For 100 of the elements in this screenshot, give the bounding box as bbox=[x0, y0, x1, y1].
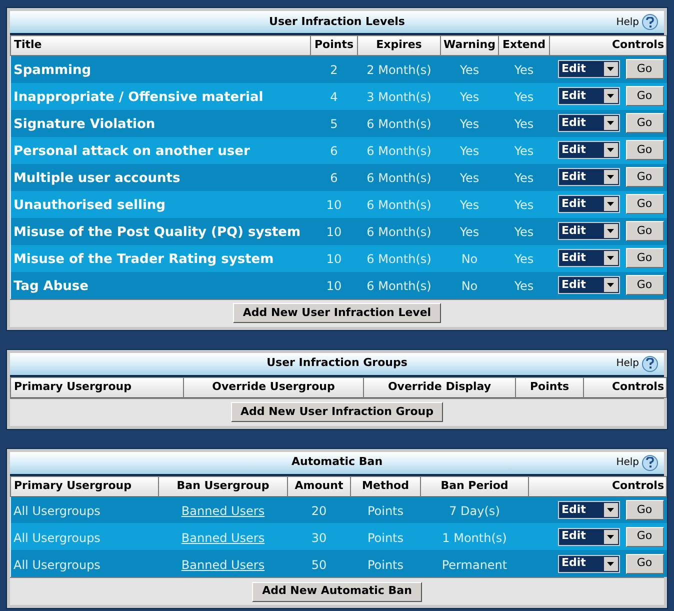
edit-dropdown[interactable]: Edit bbox=[558, 195, 620, 213]
go-button[interactable]: Go bbox=[626, 554, 664, 574]
table-cell: 5 bbox=[330, 117, 338, 131]
go-button[interactable]: Go bbox=[626, 500, 664, 520]
table-cell: 1 Month(s) bbox=[442, 530, 507, 544]
table-cell: 4 bbox=[330, 90, 338, 104]
edit-dropdown[interactable]: Edit bbox=[558, 168, 620, 186]
edit-dropdown[interactable]: Edit bbox=[558, 87, 620, 105]
edit-dropdown[interactable]: Edit bbox=[558, 249, 620, 267]
add-button[interactable]: Add New User Infraction Level bbox=[232, 303, 442, 323]
column-header: Points bbox=[516, 377, 584, 397]
go-button[interactable]: Go bbox=[626, 86, 664, 106]
column-header: Expires bbox=[358, 36, 440, 56]
table-cell: All Usergroups bbox=[14, 558, 100, 572]
table-cell: 7 Day(s) bbox=[449, 504, 500, 518]
infraction-title: Multiple user accounts bbox=[14, 171, 180, 186]
table-cell: Yes bbox=[514, 279, 534, 293]
table-cell: Yes bbox=[460, 90, 480, 104]
edit-dropdown[interactable]: Edit bbox=[558, 276, 620, 294]
edit-dropdown[interactable]: Edit bbox=[558, 500, 620, 519]
table-cell: Yes bbox=[460, 144, 480, 158]
infraction-title: Tag Abuse bbox=[14, 279, 88, 294]
help-link[interactable]: Help bbox=[616, 455, 639, 470]
column-header: Extend bbox=[498, 36, 550, 56]
infraction-title: Signature Violation bbox=[14, 117, 156, 132]
table-cell: Yes bbox=[514, 171, 534, 185]
table-cell: Yes bbox=[514, 198, 534, 212]
table-cell: Yes bbox=[514, 144, 534, 158]
infraction-title: Unauthorised selling bbox=[14, 198, 166, 213]
infraction-title: Spamming bbox=[14, 63, 92, 78]
table-cell: Yes bbox=[514, 225, 534, 239]
help-icon[interactable] bbox=[642, 454, 658, 470]
table-cell: 6 Month(s) bbox=[366, 279, 432, 293]
infraction-title: Personal attack on another user bbox=[14, 144, 250, 159]
table-cell: Points bbox=[367, 530, 404, 544]
help-link[interactable]: Help bbox=[616, 14, 639, 30]
table-cell: Yes bbox=[460, 117, 480, 131]
table-cell: All Usergroups bbox=[14, 530, 100, 544]
column-header: Controls bbox=[528, 476, 666, 496]
help-icon[interactable] bbox=[642, 356, 658, 372]
column-header: Warning bbox=[440, 36, 498, 56]
panel-title: User Infraction Levels bbox=[269, 14, 405, 30]
go-button[interactable]: Go bbox=[626, 248, 664, 268]
edit-dropdown[interactable]: Edit bbox=[558, 222, 620, 240]
table-cell: 10 bbox=[326, 252, 342, 266]
table-cell: 3 Month(s) bbox=[366, 90, 432, 104]
column-header: Method bbox=[350, 476, 420, 496]
go-button[interactable]: Go bbox=[626, 113, 664, 133]
table-cell: 6 Month(s) bbox=[366, 144, 432, 158]
table-cell: 6 Month(s) bbox=[366, 198, 432, 212]
edit-dropdown[interactable]: Edit bbox=[558, 141, 620, 159]
table-cell: Points bbox=[367, 558, 404, 572]
table-cell: 50 bbox=[311, 558, 327, 572]
table-cell: 30 bbox=[311, 530, 327, 544]
column-header: Ban Usergroup bbox=[158, 476, 288, 496]
table-cell: 10 bbox=[326, 279, 342, 293]
table-cell: All Usergroups bbox=[14, 504, 100, 518]
table-cell: Yes bbox=[514, 63, 534, 78]
table-cell: Yes bbox=[460, 198, 480, 212]
infraction-title: Misuse of the Trader Rating system bbox=[14, 252, 274, 267]
add-button[interactable]: Add New Automatic Ban bbox=[252, 582, 422, 602]
go-button[interactable]: Go bbox=[626, 59, 664, 80]
go-button[interactable]: Go bbox=[626, 526, 664, 546]
help-link[interactable]: Help bbox=[616, 356, 639, 371]
column-header: Ban Period bbox=[420, 476, 528, 496]
table-cell: 20 bbox=[311, 504, 327, 518]
go-button[interactable]: Go bbox=[626, 140, 664, 160]
go-button[interactable]: Go bbox=[626, 194, 664, 214]
column-header: Primary Usergroup bbox=[10, 377, 184, 397]
help-icon[interactable] bbox=[642, 14, 658, 30]
column-header: Primary Usergroup bbox=[10, 476, 158, 496]
edit-dropdown[interactable]: Edit bbox=[558, 114, 620, 132]
table-cell: 2 Month(s) bbox=[366, 63, 432, 78]
table-cell: Yes bbox=[514, 90, 534, 104]
edit-dropdown[interactable]: Edit bbox=[558, 528, 620, 546]
add-button[interactable]: Add New User Infraction Group bbox=[230, 402, 444, 422]
column-header: Controls bbox=[550, 36, 666, 56]
table-cell: 10 bbox=[326, 225, 342, 239]
table-cell: 6 Month(s) bbox=[366, 171, 432, 185]
table-cell: Yes bbox=[514, 117, 534, 131]
go-button[interactable]: Go bbox=[626, 275, 664, 295]
table-cell: No bbox=[461, 252, 478, 266]
table-cell: 2 bbox=[330, 63, 338, 78]
table-cell: 6 Month(s) bbox=[366, 225, 432, 239]
table-cell: 6 Month(s) bbox=[366, 117, 432, 131]
column-header: Controls bbox=[584, 377, 666, 397]
table-cell: Permanent bbox=[442, 558, 508, 572]
go-button[interactable]: Go bbox=[626, 221, 664, 241]
edit-dropdown[interactable]: Edit bbox=[558, 554, 620, 572]
column-header: Override Display bbox=[364, 377, 516, 397]
table-cell: 10 bbox=[326, 198, 342, 212]
infraction-title: Misuse of the Post Quality (PQ) system bbox=[14, 225, 301, 240]
go-button[interactable]: Go bbox=[626, 167, 664, 187]
table-cell: 6 bbox=[330, 144, 338, 158]
column-header: Title bbox=[10, 36, 310, 56]
edit-dropdown[interactable]: Edit bbox=[558, 60, 620, 78]
table-cell: Yes bbox=[460, 225, 480, 239]
table-cell: Yes bbox=[460, 63, 480, 78]
table-cell: 6 bbox=[330, 171, 338, 185]
column-header: Amount bbox=[288, 476, 350, 496]
